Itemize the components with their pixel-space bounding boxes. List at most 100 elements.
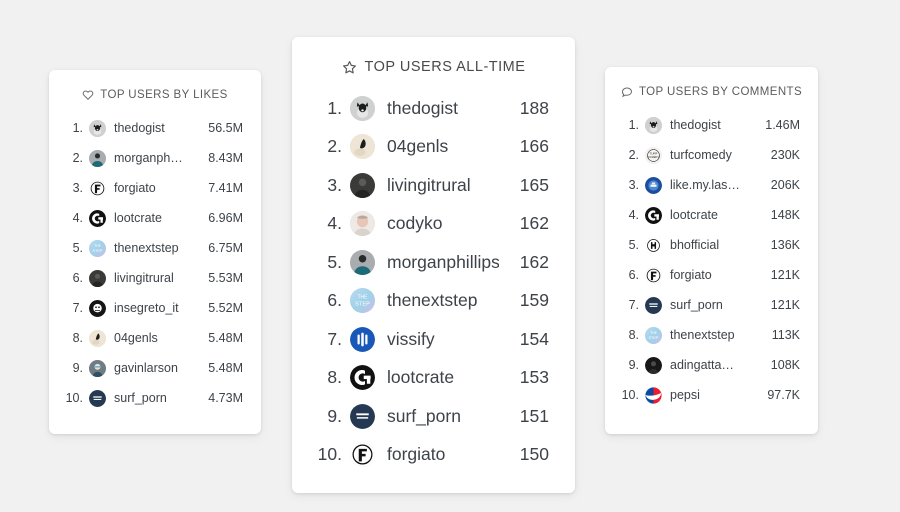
leaderboard-row[interactable]: 6. forgiato 121K: [605, 260, 818, 290]
leaderboard-row[interactable]: 10. pepsi 97.7K: [605, 380, 818, 410]
row-username[interactable]: thedogist: [670, 118, 748, 132]
row-username[interactable]: forgiato: [387, 444, 499, 465]
leaderboard-row[interactable]: 7. vissify 154: [292, 320, 575, 359]
surfporn-logo-icon[interactable]: [645, 296, 662, 314]
leaderboard-row[interactable]: 2. TURF COMEDY turfcomedy 230K: [605, 140, 818, 170]
leaderboard-row[interactable]: 10. forgiato 150: [292, 436, 575, 475]
leaderboard-row[interactable]: 2. 04genls 166: [292, 128, 575, 167]
thenextstep-logo-icon[interactable]: THE STEP: [645, 326, 662, 344]
row-username[interactable]: lootcrate: [670, 208, 748, 222]
leaderboard-row[interactable]: 1. thedogist 188: [292, 89, 575, 128]
dog-photo-icon[interactable]: [350, 95, 375, 121]
row-rank: 8.: [628, 328, 639, 342]
row-username[interactable]: morganph…: [114, 151, 191, 165]
row-username[interactable]: thedogist: [114, 121, 191, 135]
leaderboard-row[interactable]: 8. 04genls 5.48M: [49, 323, 261, 353]
dog-photo-icon[interactable]: [89, 119, 106, 137]
row-value: 154: [519, 328, 549, 349]
leaderboard-row[interactable]: 5. morganphillips 162: [292, 243, 575, 282]
thenextstep-logo-icon[interactable]: THE STEP: [89, 239, 106, 257]
row-rank: 6.: [327, 290, 342, 311]
codyko-photo-icon[interactable]: [350, 211, 375, 237]
forgiato-logo-icon[interactable]: [89, 179, 106, 197]
leaderboard-row[interactable]: 1. thedogist 56.5M: [49, 113, 261, 143]
row-rank: 1.: [628, 118, 639, 132]
thenextstep-logo-icon[interactable]: THE STEP: [350, 288, 375, 314]
row-username[interactable]: forgiato: [670, 268, 748, 282]
row-username[interactable]: like.my.las…: [670, 178, 748, 192]
insegreto-logo-icon[interactable]: [89, 299, 106, 317]
row-username[interactable]: 04genls: [387, 136, 499, 157]
row-username[interactable]: thenextstep: [114, 241, 191, 255]
row-value: 153: [519, 367, 549, 388]
dark-portrait-photo-icon[interactable]: [350, 172, 375, 198]
leaderboards-board: TOP USERS BY LIKES 1. thedogist 56.5M 2. mor…: [0, 0, 900, 512]
row-username[interactable]: lootcrate: [114, 211, 191, 225]
row-username[interactable]: 04genls: [114, 331, 191, 345]
leaderboard-row[interactable]: 6. THE STEP thenextstep 159: [292, 282, 575, 321]
leaderboard-row[interactable]: 6. livingitrural 5.53M: [49, 263, 261, 293]
row-username[interactable]: morganphillips: [387, 252, 499, 273]
pepsi-logo-icon[interactable]: [645, 386, 662, 404]
row-username[interactable]: adingatta…: [670, 358, 748, 372]
surfporn-logo-icon[interactable]: [350, 403, 375, 429]
forgiato-logo-icon[interactable]: [645, 266, 662, 284]
row-username[interactable]: surf_porn: [670, 298, 748, 312]
leaderboard-row[interactable]: 3. forgiato 7.41M: [49, 173, 261, 203]
forgiato-logo-icon[interactable]: [350, 442, 375, 468]
leaderboard-row[interactable]: 7. insegreto_it 5.52M: [49, 293, 261, 323]
row-username[interactable]: thedogist: [387, 98, 499, 119]
row-username[interactable]: livingitrural: [114, 271, 191, 285]
leaderboard-row[interactable]: 3. livingitrural 165: [292, 166, 575, 205]
leaderboard-row[interactable]: 2. morganph… 8.43M: [49, 143, 261, 173]
lootcrate-logo-icon[interactable]: [645, 206, 662, 224]
row-username[interactable]: livingitrural: [387, 175, 499, 196]
bhofficial-logo-icon[interactable]: [645, 236, 662, 254]
row-username[interactable]: pepsi: [670, 388, 748, 402]
leaderboard-row[interactable]: 9. adingatta… 108K: [605, 350, 818, 380]
row-username[interactable]: surf_porn: [114, 391, 191, 405]
leaderboard-row[interactable]: 9. gavinlarson 5.48M: [49, 353, 261, 383]
adingatta-photo-icon[interactable]: [645, 356, 662, 374]
likemylast-logo-icon[interactable]: [645, 176, 662, 194]
row-value: 206K: [770, 178, 800, 192]
leaderboard-row[interactable]: 8. THE STEP thenextstep 113K: [605, 320, 818, 350]
leaderboard-row[interactable]: 10. surf_porn 4.73M: [49, 383, 261, 413]
dark-portrait-photo-icon[interactable]: [89, 269, 106, 287]
person-teal-photo-icon[interactable]: [89, 149, 106, 167]
turfcomedy-logo-icon[interactable]: TURF COMEDY: [645, 146, 662, 164]
row-username[interactable]: lootcrate: [387, 367, 499, 388]
row-value: 6.96M: [208, 211, 243, 225]
lootcrate-logo-icon[interactable]: [89, 209, 106, 227]
surfporn-logo-icon[interactable]: [89, 389, 106, 407]
row-username[interactable]: codyko: [387, 213, 499, 234]
row-username[interactable]: turfcomedy: [670, 148, 748, 162]
leaderboard-row[interactable]: 8. lootcrate 153: [292, 359, 575, 398]
row-username[interactable]: thenextstep: [387, 290, 499, 311]
leaderboard-row[interactable]: 9. surf_porn 151: [292, 397, 575, 436]
lootcrate-logo-icon[interactable]: [350, 365, 375, 391]
leaderboard-row[interactable]: 3. like.my.las… 206K: [605, 170, 818, 200]
dog-photo-icon[interactable]: [645, 116, 662, 134]
leaderboard-row[interactable]: 4. lootcrate 148K: [605, 200, 818, 230]
row-username[interactable]: gavinlarson: [114, 361, 191, 375]
row-username[interactable]: thenextstep: [670, 328, 748, 342]
svg-text:STEP: STEP: [93, 248, 103, 252]
leaderboard-row[interactable]: 4. codyko 162: [292, 205, 575, 244]
row-username[interactable]: surf_porn: [387, 406, 499, 427]
leaderboard-row[interactable]: 1. thedogist 1.46M: [605, 110, 818, 140]
leaderboard-row[interactable]: 4. lootcrate 6.96M: [49, 203, 261, 233]
04genls-photo-icon[interactable]: [89, 329, 106, 347]
svg-text:THE: THE: [650, 331, 658, 335]
row-username[interactable]: forgiato: [114, 181, 191, 195]
vissify-logo-icon[interactable]: [350, 326, 375, 352]
gavin-photo-icon[interactable]: [89, 359, 106, 377]
row-username[interactable]: insegreto_it: [114, 301, 191, 315]
row-username[interactable]: bhofficial: [670, 238, 748, 252]
leaderboard-row[interactable]: 5. bhofficial 136K: [605, 230, 818, 260]
leaderboard-row[interactable]: 5. THE STEP thenextstep 6.75M: [49, 233, 261, 263]
leaderboard-row[interactable]: 7. surf_porn 121K: [605, 290, 818, 320]
person-teal-photo-icon[interactable]: [350, 249, 375, 275]
row-username[interactable]: vissify: [387, 329, 499, 350]
04genls-photo-icon[interactable]: [350, 134, 375, 160]
